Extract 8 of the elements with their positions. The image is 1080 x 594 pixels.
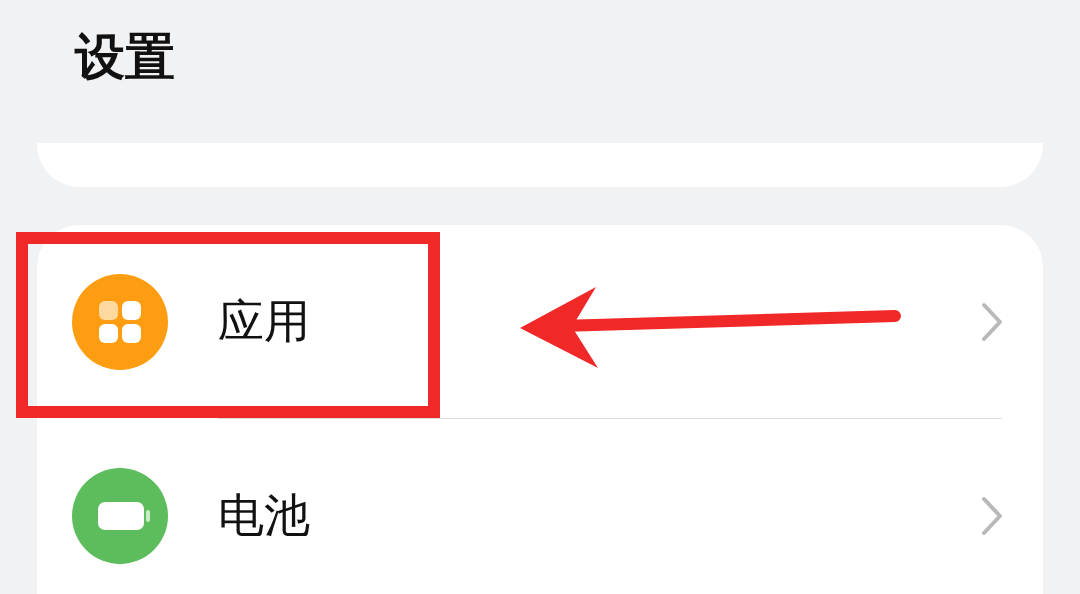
- chevron-icon: [981, 495, 1003, 536]
- settings-item[interactable]: 电池: [37, 419, 1043, 594]
- apps-icon: [72, 273, 168, 370]
- item-label: 电池: [218, 486, 310, 544]
- page-title: 设置: [75, 27, 175, 88]
- chevron-icon: [981, 301, 1003, 342]
- item-label: 应用: [218, 292, 310, 350]
- battery-icon: [72, 467, 168, 564]
